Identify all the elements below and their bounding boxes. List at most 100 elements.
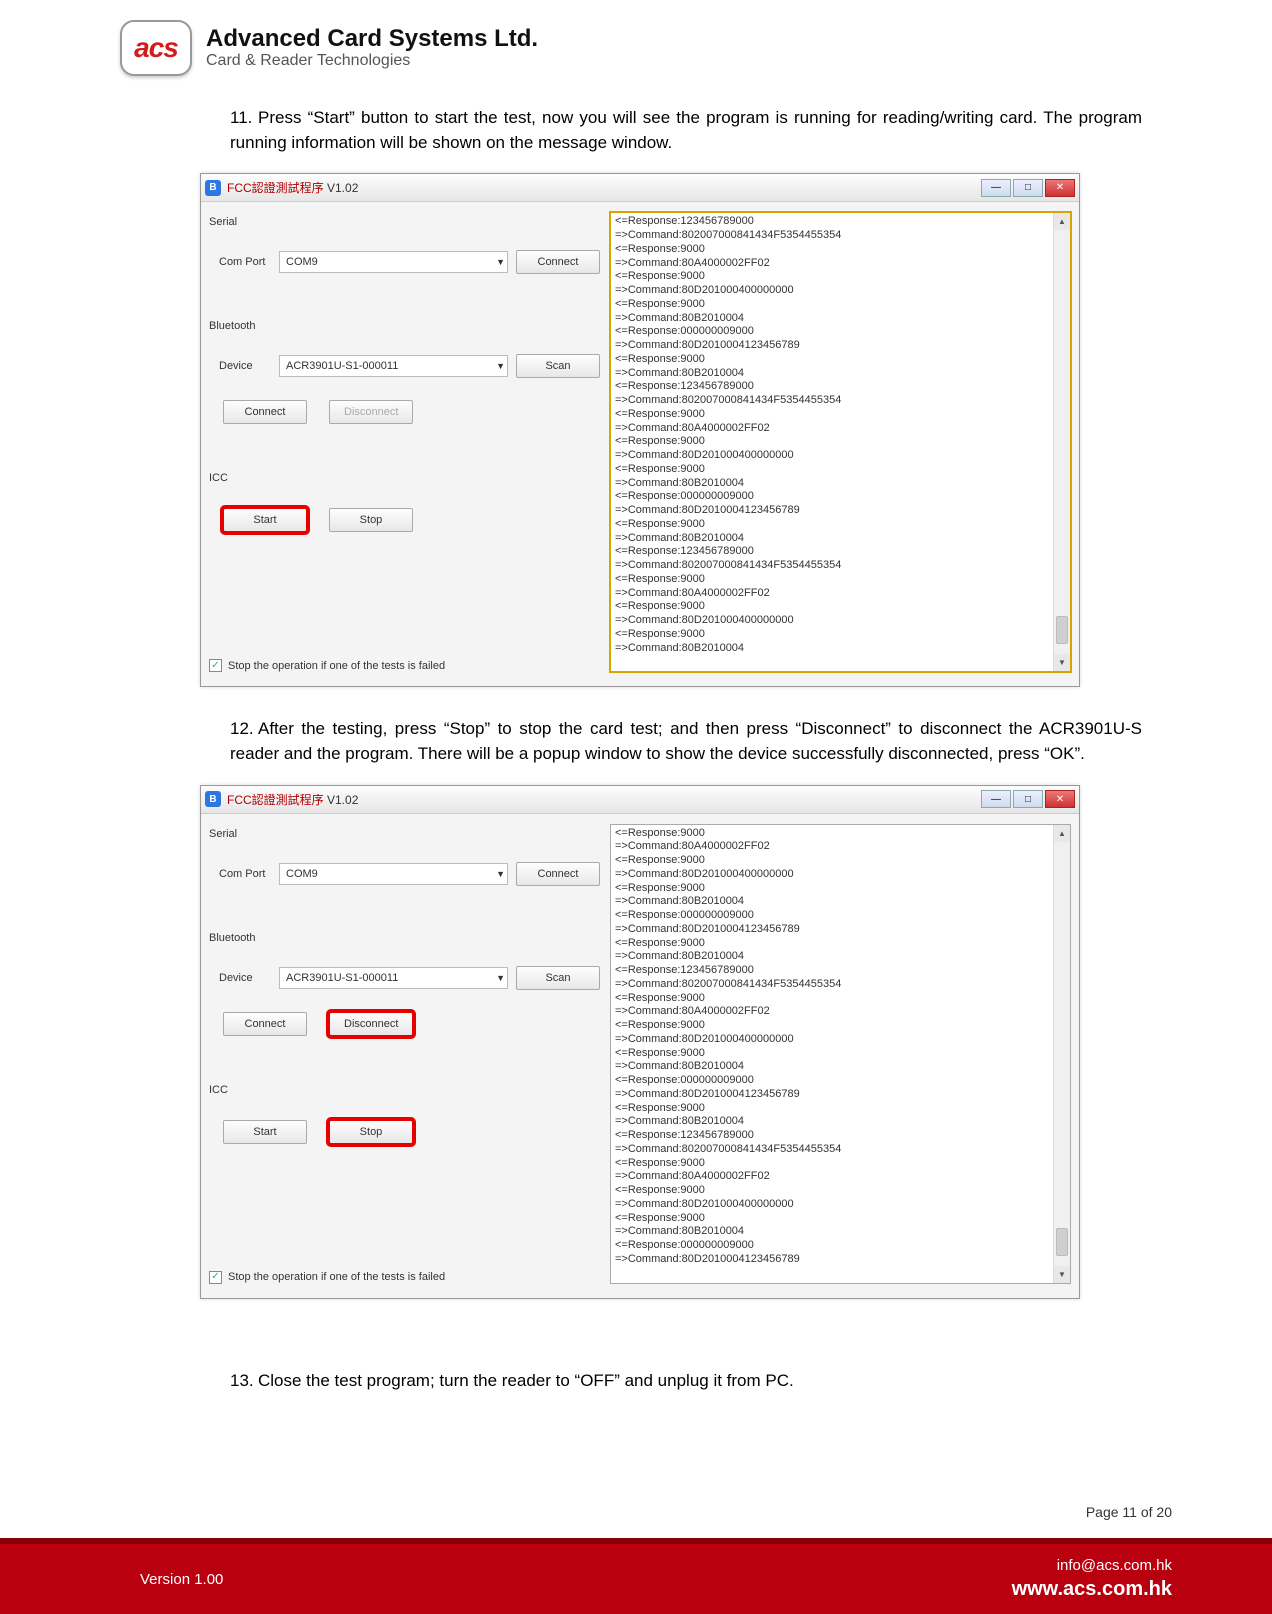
log-line: <=Response:123456789000 [615, 1129, 1066, 1143]
start-button[interactable]: Start [223, 508, 307, 532]
scroll-thumb[interactable] [1056, 1228, 1068, 1256]
stop-button[interactable]: Stop [329, 1120, 413, 1144]
footer-website: www.acs.com.hk [1012, 1576, 1172, 1602]
maximize-button[interactable]: □ [1013, 790, 1043, 808]
app-window: B FCC認證測試程序 V1.02 — □ ✕ Serial Com Port … [200, 173, 1080, 687]
log-line: <=Response:9000 [615, 243, 1066, 257]
window-title: FCC認證測試程序 V1.02 [227, 791, 981, 808]
log-line: <=Response:9000 [615, 1184, 1066, 1198]
comport-combo[interactable]: COM9▼ [279, 251, 508, 273]
log-line: =>Command:80B2010004 [615, 1060, 1066, 1074]
disconnect-button[interactable]: Disconnect [329, 400, 413, 424]
step-12: 12.After the testing, press “Stop” to st… [230, 717, 1142, 766]
log-line: <=Response:9000 [615, 1212, 1066, 1226]
connect-serial-button[interactable]: Connect [516, 862, 600, 886]
scroll-down-icon[interactable]: ▼ [1054, 654, 1070, 671]
doc-header: acs Advanced Card Systems Ltd. Card & Re… [120, 20, 1172, 76]
title-ver: V1.02 [324, 793, 359, 807]
titlebar: B FCC認證測試程序 V1.02 — □ ✕ [201, 786, 1079, 814]
scroll-down-icon[interactable]: ▼ [1054, 1266, 1070, 1283]
screenshot-1: B FCC認證測試程序 V1.02 — □ ✕ Serial Com Port … [200, 173, 1142, 687]
log-line: <=Response:9000 [615, 1047, 1066, 1061]
step-number: 11. [230, 106, 258, 131]
minimize-button[interactable]: — [981, 179, 1011, 197]
log-line: <=Response:9000 [615, 882, 1066, 896]
scroll-thumb[interactable] [1056, 616, 1068, 644]
log-line: <=Response:9000 [615, 992, 1066, 1006]
start-button[interactable]: Start [223, 1120, 307, 1144]
page-number: Page 11 of 20 [1086, 1504, 1172, 1520]
log-line: =>Command:80D201000400000000 [615, 284, 1066, 298]
window-title: FCC認證測試程序 V1.02 [227, 179, 981, 196]
close-button[interactable]: ✕ [1045, 179, 1075, 197]
company-name: Advanced Card Systems Ltd. [206, 26, 538, 52]
icc-label: ICC [209, 472, 600, 484]
log-line: =>Command:80D2010004123456789 [615, 504, 1066, 518]
step-number: 13. [230, 1369, 258, 1394]
step-text: After the testing, press “Stop” to stop … [230, 719, 1142, 763]
scan-button[interactable]: Scan [516, 354, 600, 378]
scrollbar[interactable]: ▲ ▼ [1053, 213, 1070, 671]
log-line: <=Response:9000 [615, 1019, 1066, 1033]
log-line: <=Response:9000 [615, 408, 1066, 422]
log-line: =>Command:80A4000002FF02 [615, 1170, 1066, 1184]
scan-button[interactable]: Scan [516, 966, 600, 990]
version-label: Version 1.00 [140, 1571, 223, 1588]
page-footer: Version 1.00 info@acs.com.hk www.acs.com… [0, 1544, 1272, 1614]
device-label: Device [209, 972, 271, 984]
bluetooth-icon: B [205, 791, 221, 807]
connect-bt-button[interactable]: Connect [223, 400, 307, 424]
scrollbar[interactable]: ▲ ▼ [1053, 825, 1070, 1283]
stop-button[interactable]: Stop [329, 508, 413, 532]
disconnect-button[interactable]: Disconnect [329, 1012, 413, 1036]
step-number: 12. [230, 717, 258, 742]
step-text: Close the test program; turn the reader … [258, 1371, 794, 1390]
log-line: =>Command:80B2010004 [615, 950, 1066, 964]
company-logo: acs [120, 20, 192, 76]
maximize-button[interactable]: □ [1013, 179, 1043, 197]
log-line: <=Response:9000 [615, 270, 1066, 284]
device-combo[interactable]: ACR3901U-S1-000011▼ [279, 967, 508, 989]
stop-on-fail-check[interactable]: ✓ Stop the operation if one of the tests… [209, 1211, 600, 1284]
bluetooth-label: Bluetooth [209, 320, 600, 332]
device-combo[interactable]: ACR3901U-S1-000011▼ [279, 355, 508, 377]
chevron-down-icon: ▼ [496, 361, 505, 371]
connect-bt-button[interactable]: Connect [223, 1012, 307, 1036]
step-13: 13.Close the test program; turn the read… [230, 1369, 1142, 1394]
log-output[interactable]: <=Response:123456789000=>Command:8020070… [610, 212, 1071, 672]
log-line: <=Response:000000009000 [615, 490, 1066, 504]
chevron-down-icon: ▼ [496, 257, 505, 267]
title-ver: V1.02 [324, 181, 359, 195]
log-line: <=Response:9000 [615, 600, 1066, 614]
log-line: =>Command:802007000841434F5354455354 [615, 394, 1066, 408]
screenshot-2: B FCC認證測試程序 V1.02 — □ ✕ Serial Com Port … [200, 785, 1142, 1299]
log-line: <=Response:123456789000 [615, 380, 1066, 394]
log-line: =>Command:80D201000400000000 [615, 1033, 1066, 1047]
log-line: <=Response:000000009000 [615, 1074, 1066, 1088]
check-label: Stop the operation if one of the tests i… [228, 660, 445, 672]
log-line: <=Response:9000 [615, 435, 1066, 449]
device-value: ACR3901U-S1-000011 [286, 972, 398, 984]
minimize-button[interactable]: — [981, 790, 1011, 808]
log-line: <=Response:9000 [615, 353, 1066, 367]
log-line: <=Response:9000 [615, 827, 1066, 841]
serial-label: Serial [209, 216, 600, 228]
scroll-up-icon[interactable]: ▲ [1054, 825, 1070, 842]
log-line: =>Command:80D2010004123456789 [615, 1088, 1066, 1102]
log-line: =>Command:80B2010004 [615, 477, 1066, 491]
connect-serial-button[interactable]: Connect [516, 250, 600, 274]
app-window: B FCC認證測試程序 V1.02 — □ ✕ Serial Com Port … [200, 785, 1080, 1299]
log-line: =>Command:80B2010004 [615, 367, 1066, 381]
close-button[interactable]: ✕ [1045, 790, 1075, 808]
scroll-up-icon[interactable]: ▲ [1054, 213, 1070, 230]
log-line: =>Command:80D201000400000000 [615, 1198, 1066, 1212]
comport-combo[interactable]: COM9▼ [279, 863, 508, 885]
comport-label: Com Port [209, 868, 271, 880]
log-output[interactable]: <=Response:9000=>Command:80A4000002FF02<… [610, 824, 1071, 1284]
chevron-down-icon: ▼ [496, 869, 505, 879]
stop-on-fail-check[interactable]: ✓ Stop the operation if one of the tests… [209, 599, 600, 672]
log-line: <=Response:123456789000 [615, 215, 1066, 229]
bluetooth-icon: B [205, 180, 221, 196]
log-line: <=Response:9000 [615, 298, 1066, 312]
device-label: Device [209, 360, 271, 372]
